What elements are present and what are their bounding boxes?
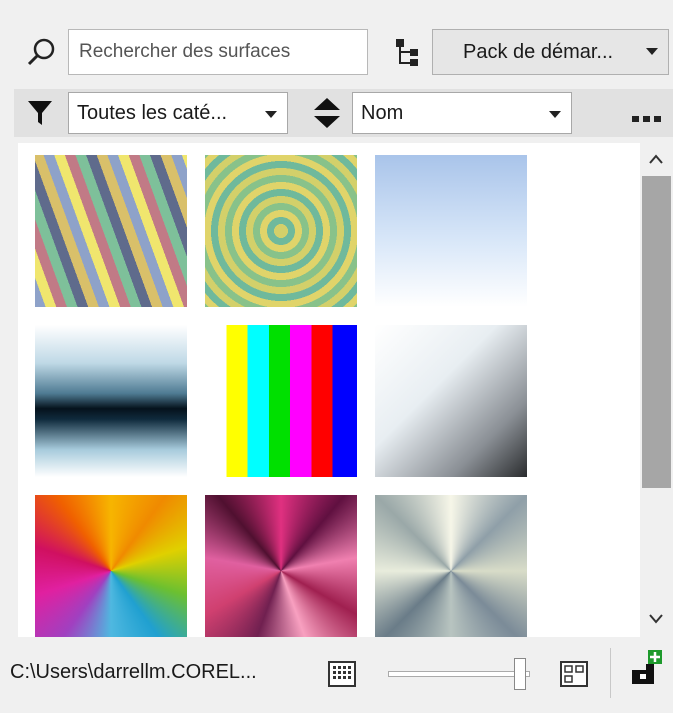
swatch-dark-band-gradient[interactable] (35, 325, 187, 477)
swatch-silver-diagonal[interactable] (375, 325, 527, 477)
scrollbar-thumb[interactable] (642, 176, 671, 488)
hierarchy-icon[interactable] (392, 36, 424, 68)
divider (610, 648, 611, 698)
pack-dropdown[interactable]: Pack de démar... (432, 29, 669, 75)
swatch-metallic-conical[interactable] (375, 495, 527, 637)
swatch-rainbow-conical[interactable] (35, 495, 187, 637)
sort-label: Nom (361, 102, 404, 124)
swatch-concentric-rings[interactable] (205, 155, 357, 307)
swatch-color-bars[interactable] (205, 325, 357, 477)
search-placeholder: Rechercher des surfaces (79, 41, 291, 62)
swatch-diagonal-stripes[interactable] (35, 155, 187, 307)
zoom-slider[interactable] (388, 656, 530, 692)
chevron-down-icon (549, 111, 561, 118)
swatch-grid (18, 143, 640, 637)
add-library-icon[interactable] (628, 648, 664, 688)
pack-label: Pack de démar... (463, 41, 614, 63)
small-thumbnails-icon[interactable] (328, 661, 356, 687)
library-path: C:\Users\darrellm.COREL... (10, 661, 257, 683)
sort-dropdown[interactable]: Nom (352, 92, 572, 134)
large-thumbnails-icon[interactable] (560, 661, 588, 687)
category-dropdown[interactable]: Toutes les caté... (68, 92, 288, 134)
chevron-down-icon (265, 111, 277, 118)
more-icon[interactable] (630, 110, 664, 122)
filter-icon[interactable] (26, 97, 54, 129)
zoom-slider-track (388, 671, 530, 677)
zoom-slider-handle[interactable] (514, 658, 526, 690)
search-icon[interactable] (26, 36, 58, 68)
search-input[interactable]: Rechercher des surfaces (68, 29, 368, 75)
sort-icon[interactable] (312, 96, 342, 130)
swatch-pink-conical[interactable] (205, 495, 357, 637)
chevron-down-icon (646, 48, 658, 55)
category-label: Toutes les caté... (77, 102, 228, 124)
swatch-sky-gradient[interactable] (375, 155, 527, 307)
chevron-down-icon[interactable] (648, 612, 664, 624)
chevron-up-icon[interactable] (648, 152, 664, 164)
